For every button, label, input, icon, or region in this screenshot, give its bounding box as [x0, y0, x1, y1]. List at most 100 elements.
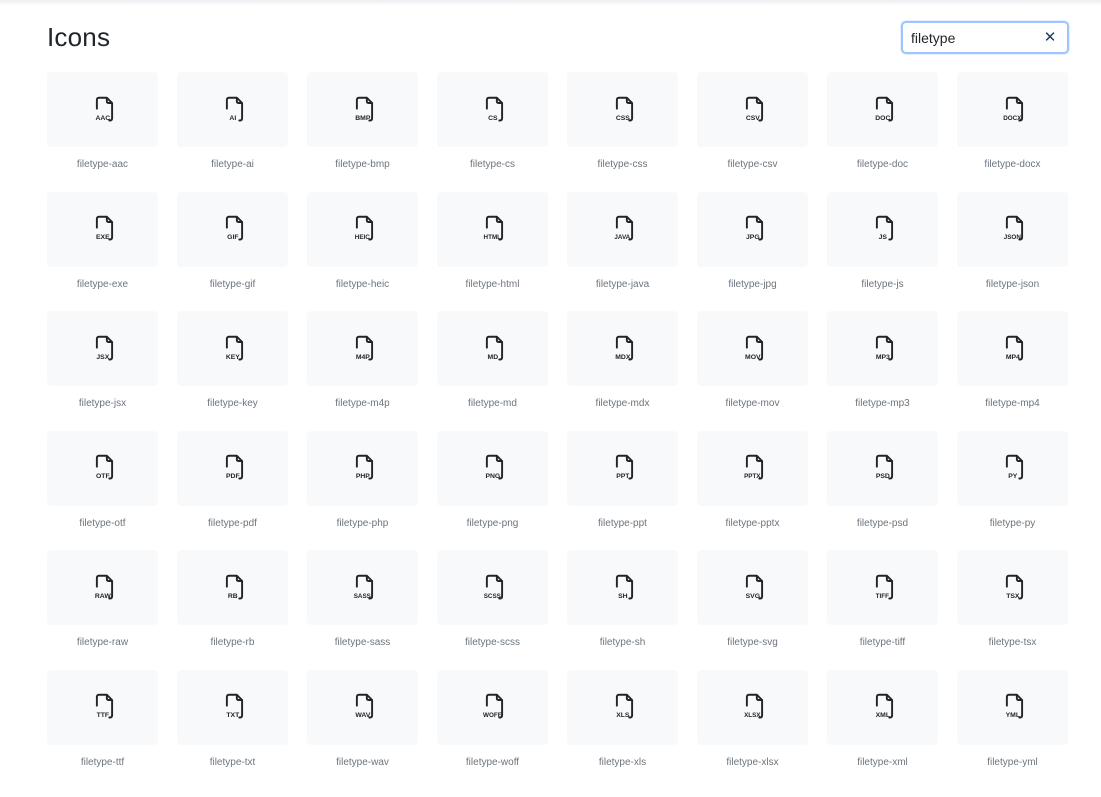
icon-card[interactable]: PPTX filetype-pptx [697, 430, 808, 551]
icon-tile[interactable]: RAW [47, 550, 158, 625]
icon-card[interactable]: WOFF filetype-woff [437, 669, 548, 790]
icon-card[interactable]: CSV filetype-csv [697, 72, 808, 192]
icon-tile[interactable]: MD [437, 311, 548, 386]
icon-tile[interactable]: KEY [177, 311, 288, 386]
icon-card[interactable]: GIF filetype-gif [177, 191, 288, 312]
icon-tile[interactable]: TIFF [827, 550, 938, 625]
icon-card[interactable]: CSS filetype-css [567, 72, 678, 192]
file-icon-ext: PY [1008, 473, 1018, 480]
icon-card[interactable]: PNG filetype-png [437, 430, 548, 551]
icon-tile[interactable]: MOV [697, 311, 808, 386]
icon-tile[interactable]: JPG [697, 191, 808, 267]
icon-tile[interactable]: JAVA [567, 191, 678, 267]
icon-card[interactable]: M4P filetype-m4p [307, 311, 418, 431]
icon-card[interactable]: PPT filetype-ppt [567, 430, 678, 551]
icon-card[interactable]: OTF filetype-otf [47, 430, 158, 551]
icon-card[interactable]: HTML filetype-html [437, 191, 548, 312]
icon-tile[interactable]: XLS [567, 669, 678, 745]
icon-tile[interactable]: PDF [177, 430, 288, 506]
icon-tile[interactable]: SVG [697, 550, 808, 625]
icon-tile[interactable]: CSV [697, 72, 808, 147]
icon-card[interactable]: JPG filetype-jpg [697, 191, 808, 312]
icon-tile[interactable]: SH [567, 550, 678, 625]
icon-tile[interactable]: JSX [47, 311, 158, 386]
icon-tile[interactable]: PHP [307, 430, 418, 506]
icon-card[interactable]: AI filetype-ai [177, 72, 288, 192]
search-box[interactable]: ✕ [901, 21, 1069, 54]
icon-card[interactable]: SVG filetype-svg [697, 550, 808, 670]
icon-tile[interactable]: JS [827, 191, 938, 267]
icon-tile[interactable]: XLSX [697, 669, 808, 745]
icon-card[interactable]: PY filetype-py [957, 430, 1068, 551]
icon-tile[interactable]: TXT [177, 669, 288, 745]
icon-card[interactable]: EXE filetype-exe [47, 191, 158, 312]
icon-card[interactable]: SCSS filetype-scss [437, 550, 548, 670]
icon-card[interactable]: HEIC filetype-heic [307, 191, 418, 312]
icon-card[interactable]: MP4 filetype-mp4 [957, 311, 1068, 431]
icon-card[interactable]: TXT filetype-txt [177, 669, 288, 790]
icon-tile[interactable]: HEIC [307, 191, 418, 267]
icon-tile[interactable]: JSON [957, 191, 1068, 267]
icon-card[interactable]: WAV filetype-wav [307, 669, 418, 790]
icon-card[interactable]: KEY filetype-key [177, 311, 288, 431]
icon-tile[interactable]: M4P [307, 311, 418, 386]
icon-card[interactable]: TIFF filetype-tiff [827, 550, 938, 670]
icon-card[interactable]: DOC filetype-doc [827, 72, 938, 192]
icon-card[interactable]: MDX filetype-mdx [567, 311, 678, 431]
icon-tile[interactable]: DOCX [957, 72, 1068, 147]
icon-tile[interactable]: CSS [567, 72, 678, 147]
icon-card[interactable]: JS filetype-js [827, 191, 938, 312]
search-input[interactable] [911, 28, 1041, 48]
icon-card[interactable]: JSX filetype-jsx [47, 311, 158, 431]
icon-tile[interactable]: BMP [307, 72, 418, 147]
icon-card[interactable]: MD filetype-md [437, 311, 548, 431]
icon-tile[interactable]: SASS [307, 550, 418, 625]
icon-card[interactable]: SASS filetype-sass [307, 550, 418, 670]
icon-card[interactable]: RB filetype-rb [177, 550, 288, 670]
icon-card[interactable]: CS filetype-cs [437, 72, 548, 192]
icon-tile[interactable]: PNG [437, 430, 548, 506]
icon-tile[interactable]: DOC [827, 72, 938, 147]
icon-card[interactable]: PHP filetype-php [307, 430, 418, 551]
icon-card[interactable]: XML filetype-xml [827, 669, 938, 790]
icon-tile[interactable]: MP4 [957, 311, 1068, 386]
icon-card[interactable]: BMP filetype-bmp [307, 72, 418, 192]
icon-tile[interactable]: MP3 [827, 311, 938, 386]
icon-tile[interactable]: MDX [567, 311, 678, 386]
icon-card[interactable]: TTF filetype-ttf [47, 669, 158, 790]
icon-tile[interactable]: EXE [47, 191, 158, 267]
icon-tile[interactable]: GIF [177, 191, 288, 267]
icon-tile[interactable]: PSD [827, 430, 938, 506]
icon-card[interactable]: XLSX filetype-xlsx [697, 669, 808, 790]
icon-tile[interactable]: WAV [307, 669, 418, 745]
icon-card[interactable]: MP3 filetype-mp3 [827, 311, 938, 431]
icon-tile[interactable]: AAC [47, 72, 158, 147]
icon-tile[interactable]: AI [177, 72, 288, 147]
icon-tile[interactable]: WOFF [437, 669, 548, 745]
icon-card[interactable]: JSON filetype-json [957, 191, 1068, 312]
icon-card[interactable]: RAW filetype-raw [47, 550, 158, 670]
icon-tile[interactable]: PPTX [697, 430, 808, 506]
icon-card[interactable]: AAC filetype-aac [47, 72, 158, 192]
icon-tile[interactable]: RB [177, 550, 288, 625]
icon-tile[interactable]: PPT [567, 430, 678, 506]
icon-tile[interactable]: PY [957, 430, 1068, 506]
icon-card[interactable]: DOCX filetype-docx [957, 72, 1068, 192]
icon-card[interactable]: YML filetype-yml [957, 669, 1068, 790]
icon-card[interactable]: PSD filetype-psd [827, 430, 938, 551]
icon-card[interactable]: SH filetype-sh [567, 550, 678, 670]
icon-tile[interactable]: TSX [957, 550, 1068, 625]
icon-tile[interactable]: OTF [47, 430, 158, 506]
icon-tile[interactable]: CS [437, 72, 548, 147]
icon-tile[interactable]: YML [957, 669, 1068, 745]
icon-card[interactable]: MOV filetype-mov [697, 311, 808, 431]
icon-card[interactable]: JAVA filetype-java [567, 191, 678, 312]
icon-tile[interactable]: TTF [47, 669, 158, 745]
icon-card[interactable]: XLS filetype-xls [567, 669, 678, 790]
icon-tile[interactable]: SCSS [437, 550, 548, 625]
icon-tile[interactable]: HTML [437, 191, 548, 267]
close-icon[interactable]: ✕ [1042, 28, 1058, 48]
icon-card[interactable]: TSX filetype-tsx [957, 550, 1068, 670]
icon-tile[interactable]: XML [827, 669, 938, 745]
icon-card[interactable]: PDF filetype-pdf [177, 430, 288, 551]
